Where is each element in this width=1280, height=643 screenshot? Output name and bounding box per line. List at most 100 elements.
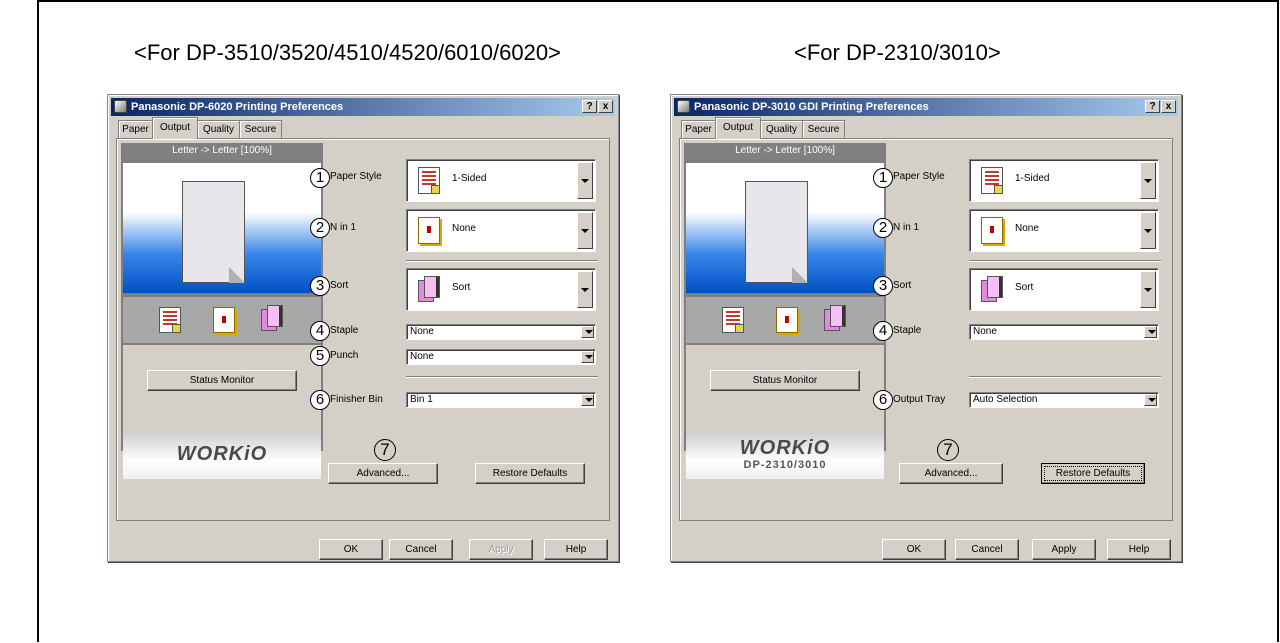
apply-button[interactable]: Apply (1032, 539, 1096, 560)
callout-3: 3 (310, 276, 330, 296)
finisher-bin-value: Bin 1 (410, 394, 433, 405)
n-in-1-label: N in 1 (893, 222, 920, 233)
callout-2: 2 (873, 218, 893, 238)
callout-2: 2 (310, 218, 330, 238)
apply-button[interactable]: Apply (469, 539, 533, 560)
restore-defaults-button[interactable]: Restore Defaults (1041, 463, 1145, 484)
output-tray-value: Auto Selection (973, 394, 1038, 405)
sort-combo[interactable]: Sort (406, 268, 596, 311)
help-button[interactable]: Help (1107, 539, 1171, 560)
page-preview (686, 163, 884, 293)
n-in-1-label: N in 1 (330, 222, 357, 233)
staple-combo[interactable]: None (969, 324, 1159, 340)
finisher-bin-combo[interactable]: Bin 1 (406, 392, 596, 408)
tab-paper[interactable]: Paper (681, 120, 716, 138)
quick-icon-strip (123, 297, 321, 343)
tab-output[interactable]: Output (152, 117, 198, 139)
chevron-down-icon[interactable] (577, 271, 593, 308)
titlebar[interactable]: Panasonic DP-3010 GDI Printing Preferenc… (674, 98, 1178, 116)
chevron-down-icon[interactable] (577, 212, 593, 249)
paper-style-icon[interactable] (159, 307, 181, 333)
chevron-down-icon[interactable] (1140, 271, 1156, 308)
tab-output[interactable]: Output (715, 117, 761, 139)
close-button[interactable]: x (1161, 100, 1176, 113)
ok-button[interactable]: OK (319, 539, 383, 560)
sort-value: Sort (1015, 282, 1034, 293)
advanced-button[interactable]: Advanced... (328, 463, 438, 484)
status-area: Status Monitor (686, 345, 884, 433)
close-button[interactable]: x (598, 100, 613, 113)
punch-value: None (410, 351, 434, 362)
cancel-button[interactable]: Cancel (955, 539, 1019, 560)
tab-paper[interactable]: Paper (118, 120, 153, 138)
page-sheet-image (745, 181, 808, 283)
output-tray-combo[interactable]: Auto Selection (969, 392, 1159, 408)
staple-value: None (410, 326, 434, 337)
page-preview (123, 163, 321, 293)
paper-style-combo[interactable]: 1-Sided (406, 159, 596, 202)
chevron-down-icon[interactable] (577, 162, 593, 199)
advanced-button[interactable]: Advanced... (899, 463, 1003, 484)
status-monitor-button[interactable]: Status Monitor (147, 370, 297, 391)
sort-value: Sort (452, 282, 471, 293)
chevron-down-icon[interactable] (581, 351, 594, 363)
cancel-button[interactable]: Cancel (389, 539, 453, 560)
sort-icon[interactable] (824, 305, 846, 331)
dialog-dp3010: Panasonic DP-3010 GDI Printing Preferenc… (670, 94, 1182, 562)
tab-secure[interactable]: Secure (802, 120, 845, 138)
tab-quality[interactable]: Quality (197, 120, 240, 138)
model-logo-text: DP-2310/3010 (743, 459, 827, 471)
staple-label: Staple (330, 325, 359, 336)
tab-secure[interactable]: Secure (239, 120, 282, 138)
chevron-down-icon[interactable] (1140, 212, 1156, 249)
sort-combo[interactable]: Sort (969, 268, 1159, 311)
n-in-1-icon[interactable] (213, 307, 235, 333)
preview-column: Letter -> Letter [100%] Status Monitor W… (121, 143, 323, 479)
n-in-1-combo[interactable]: None (406, 209, 596, 252)
callout-4: 4 (310, 321, 330, 341)
quick-icon-strip (686, 297, 884, 343)
preview-header: Letter -> Letter [100%] (121, 143, 323, 159)
ok-button[interactable]: OK (882, 539, 946, 560)
punch-combo[interactable]: None (406, 349, 596, 365)
paper-style-icon[interactable] (722, 307, 744, 333)
n-in-1-value: None (452, 223, 476, 234)
output-tray-label: Output Tray (893, 394, 946, 405)
titlebar[interactable]: Panasonic DP-6020 Printing Preferences ?… (111, 98, 615, 116)
help-title-button[interactable]: ? (1145, 100, 1160, 113)
paper-style-value: 1-Sided (452, 173, 487, 184)
paper-style-combo-icon (981, 167, 1003, 194)
dialog-dp6020: Panasonic DP-6020 Printing Preferences ?… (107, 94, 619, 562)
printer-icon (677, 100, 690, 113)
chevron-down-icon[interactable] (1144, 326, 1157, 338)
paper-style-combo-icon (418, 167, 440, 194)
help-title-button[interactable]: ? (582, 100, 597, 113)
tab-quality[interactable]: Quality (760, 120, 803, 138)
n-in-1-combo[interactable]: None (969, 209, 1159, 252)
paper-style-combo[interactable]: 1-Sided (969, 159, 1159, 202)
chevron-down-icon[interactable] (1144, 394, 1157, 406)
callout-7: 7 (374, 439, 396, 461)
heading-left: <For DP-3510/3520/4510/4520/6010/6020> (134, 40, 561, 65)
finisher-bin-label: Finisher Bin (330, 394, 383, 405)
heading-right: <For DP-2310/3010> (794, 40, 1001, 65)
n-in-1-icon[interactable] (776, 307, 798, 333)
chevron-down-icon[interactable] (1140, 162, 1156, 199)
help-button[interactable]: Help (544, 539, 608, 560)
sort-combo-icon (981, 276, 1003, 303)
paper-style-value: 1-Sided (1015, 173, 1050, 184)
n-in-1-value: None (1015, 223, 1039, 234)
staple-value: None (973, 326, 997, 337)
callout-3: 3 (873, 276, 893, 296)
page-sheet-image (182, 181, 245, 283)
status-monitor-button[interactable]: Status Monitor (710, 370, 860, 391)
chevron-down-icon[interactable] (581, 326, 594, 338)
status-area: Status Monitor (123, 345, 321, 433)
restore-defaults-button[interactable]: Restore Defaults (475, 463, 585, 484)
staple-combo[interactable]: None (406, 324, 596, 340)
window-title: Panasonic DP-6020 Printing Preferences (131, 101, 344, 113)
callout-7: 7 (937, 439, 959, 461)
printer-icon (114, 100, 127, 113)
chevron-down-icon[interactable] (581, 394, 594, 406)
sort-icon[interactable] (261, 305, 283, 331)
